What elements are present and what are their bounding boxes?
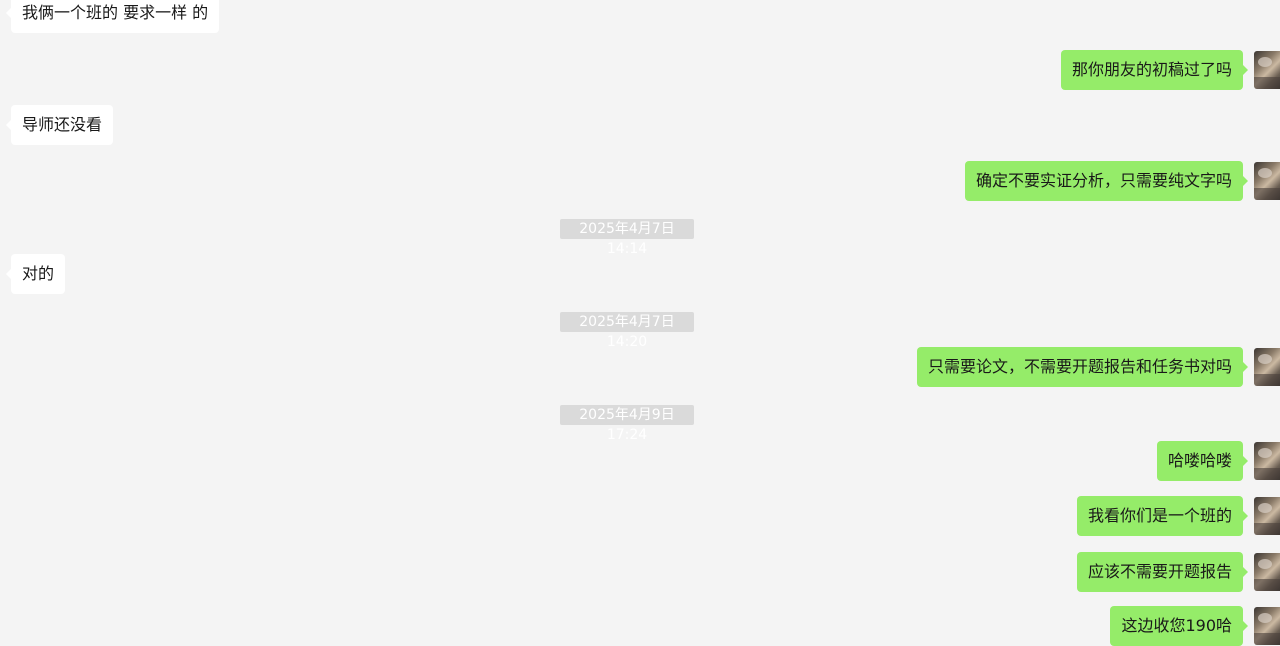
- avatar[interactable]: [1254, 607, 1280, 645]
- message-outgoing[interactable]: 这边收您190哈: [600, 606, 1280, 646]
- timestamp-divider: 2025年4月7日 14:20: [560, 312, 694, 350]
- timestamp-divider: 2025年4月9日 17:24: [560, 405, 694, 443]
- message-outgoing[interactable]: 确定不要实证分析，只需要纯文字吗: [600, 161, 1280, 201]
- avatar[interactable]: [1254, 162, 1280, 200]
- avatar[interactable]: [1254, 348, 1280, 386]
- avatar[interactable]: [1254, 442, 1280, 480]
- message-incoming[interactable]: 我俩一个班的 要求一样 的: [0, 0, 300, 33]
- message-outgoing[interactable]: 我看你们是一个班的: [600, 496, 1280, 536]
- message-outgoing[interactable]: 哈喽哈喽: [600, 441, 1280, 481]
- avatar[interactable]: [1254, 553, 1280, 591]
- message-bubble[interactable]: 导师还没看: [5, 105, 114, 145]
- avatar[interactable]: [1254, 497, 1280, 535]
- message-bubble[interactable]: 我看你们是一个班的: [1076, 496, 1249, 536]
- message-bubble[interactable]: 我俩一个班的 要求一样 的: [5, 0, 220, 33]
- chat-message-list[interactable]: 我俩一个班的 要求一样 的 那你朋友的初稿过了吗 导师还没看 确定不要实证分析，…: [0, 0, 1280, 646]
- message-outgoing[interactable]: 那你朋友的初稿过了吗: [600, 50, 1280, 90]
- message-incoming[interactable]: 对的: [0, 254, 300, 294]
- message-bubble[interactable]: 确定不要实证分析，只需要纯文字吗: [964, 161, 1249, 201]
- message-bubble[interactable]: 对的: [5, 254, 66, 294]
- message-outgoing[interactable]: 应该不需要开题报告: [600, 552, 1280, 592]
- message-bubble[interactable]: 应该不需要开题报告: [1076, 552, 1249, 592]
- message-outgoing[interactable]: 只需要论文，不需要开题报告和任务书对吗: [600, 347, 1280, 387]
- message-bubble[interactable]: 这边收您190哈: [1110, 606, 1248, 646]
- avatar[interactable]: [1254, 51, 1280, 89]
- message-bubble[interactable]: 只需要论文，不需要开题报告和任务书对吗: [916, 347, 1249, 387]
- message-bubble[interactable]: 哈喽哈喽: [1156, 441, 1249, 481]
- message-incoming[interactable]: 导师还没看: [0, 105, 300, 145]
- message-bubble[interactable]: 那你朋友的初稿过了吗: [1060, 50, 1249, 90]
- timestamp-divider: 2025年4月7日 14:14: [560, 219, 694, 257]
